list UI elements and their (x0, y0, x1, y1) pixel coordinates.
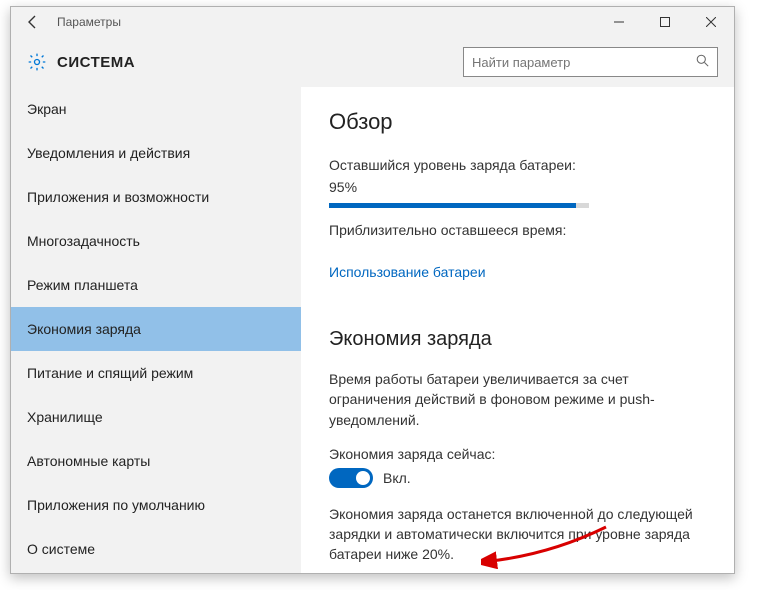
sidebar-item[interactable]: Автономные карты (11, 439, 301, 483)
battery-saver-toggle[interactable] (329, 468, 373, 488)
battery-remaining-value: 95% (329, 179, 706, 195)
section-title: СИСТЕМА (57, 54, 135, 71)
sidebar-item-label: О системе (27, 541, 95, 557)
maximize-button[interactable] (642, 7, 688, 37)
minimize-button[interactable] (596, 7, 642, 37)
window-title: Параметры (55, 15, 121, 29)
header: СИСТЕМА (11, 37, 734, 87)
close-button[interactable] (688, 7, 734, 37)
saver-now-label: Экономия заряда сейчас: (329, 446, 706, 462)
sidebar-item-label: Приложения по умолчанию (27, 497, 205, 513)
toggle-knob (356, 471, 370, 485)
toggle-state-label: Вкл. (383, 470, 411, 486)
content-pane: Обзор Оставшийся уровень заряда батареи:… (301, 87, 734, 573)
battery-progress-fill (329, 203, 576, 208)
search-input[interactable] (472, 55, 696, 70)
sidebar-item[interactable]: Многозадачность (11, 219, 301, 263)
sidebar-item[interactable]: Питание и спящий режим (11, 351, 301, 395)
sidebar-item-label: Экран (27, 101, 67, 117)
sidebar-item[interactable]: Режим планшета (11, 263, 301, 307)
sidebar: Экран Уведомления и действия Приложения и … (11, 87, 301, 573)
battery-saver-desc: Время работы батареи увеличивается за сч… (329, 369, 706, 430)
sidebar-item-label: Экономия заряда (27, 321, 141, 337)
sidebar-item[interactable]: О системе (11, 527, 301, 571)
sidebar-item[interactable]: Хранилище (11, 395, 301, 439)
sidebar-item[interactable]: Экономия заряда (11, 307, 301, 351)
titlebar: Параметры (11, 7, 734, 37)
sidebar-item-label: Приложения и возможности (27, 189, 209, 205)
sidebar-item-label: Режим планшета (27, 277, 138, 293)
sidebar-item[interactable]: Приложения по умолчанию (11, 483, 301, 527)
back-button[interactable] (11, 7, 55, 37)
sidebar-item[interactable]: Уведомления и действия (11, 131, 301, 175)
time-remaining-label: Приблизительно оставшееся время: (329, 222, 706, 238)
sidebar-item-label: Хранилище (27, 409, 103, 425)
battery-usage-link[interactable]: Использование батареи (329, 264, 486, 280)
sidebar-item[interactable]: Приложения и возможности (11, 175, 301, 219)
search-icon (696, 54, 709, 70)
settings-window: Параметры СИСТЕМА Экран Уведомления и дей… (10, 6, 735, 574)
sidebar-item-label: Автономные карты (27, 453, 150, 469)
gear-icon (27, 52, 47, 72)
sidebar-item-label: Уведомления и действия (27, 145, 190, 161)
battery-remaining-label: Оставшийся уровень заряда батареи: (329, 157, 706, 173)
overview-heading: Обзор (329, 109, 706, 135)
sidebar-item-label: Питание и спящий режим (27, 365, 193, 381)
search-box[interactable] (463, 47, 718, 77)
sidebar-item[interactable]: Экран (11, 87, 301, 131)
battery-saver-heading: Экономия заряда (329, 328, 706, 351)
battery-saver-note: Экономия заряда останется включенной до … (329, 504, 706, 565)
sidebar-item-label: Многозадачность (27, 233, 140, 249)
battery-progress (329, 203, 589, 208)
